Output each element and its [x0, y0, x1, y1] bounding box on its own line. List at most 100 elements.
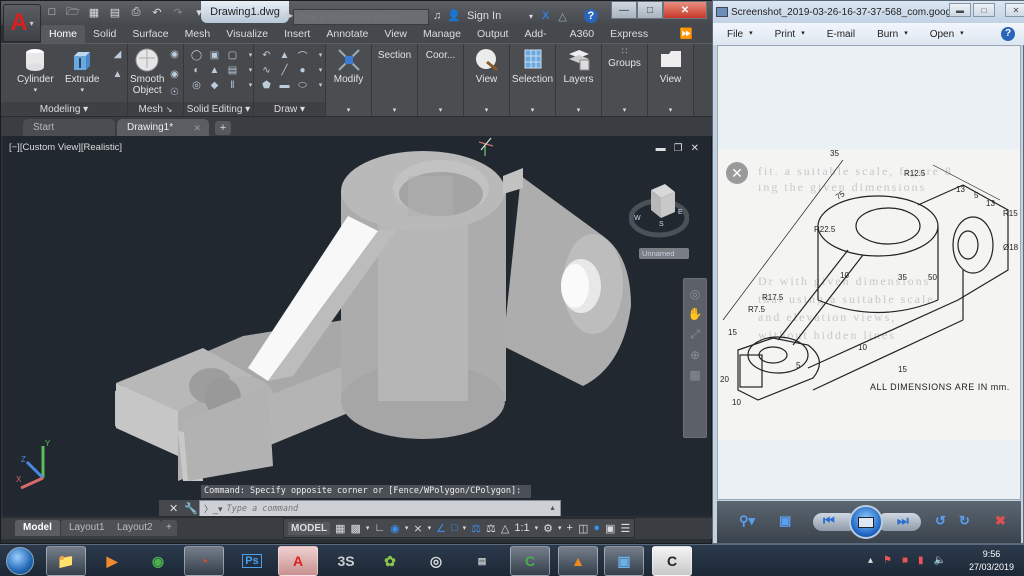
command-history-up-icon[interactable]: ▲ [549, 505, 556, 512]
panel-coordinates[interactable]: Coor... ▾ [418, 44, 464, 117]
slideshow-button[interactable] [849, 505, 883, 539]
ucs-menu[interactable]: Unnamed [639, 248, 689, 259]
taskbar-autocad-icon[interactable]: A [278, 546, 318, 576]
panel-view-2[interactable]: View ▾ [648, 44, 694, 117]
tab-a360[interactable]: A360 [562, 25, 603, 43]
menu-email[interactable]: E-mail [827, 29, 855, 40]
ribbon-overflow-icon[interactable]: ⏩ ▣▾ [671, 25, 713, 58]
taskbar-media-player-icon[interactable]: ▶ [92, 546, 132, 576]
actual-size-icon[interactable]: ▣ [779, 513, 791, 529]
polyline-icon[interactable]: ↶ [260, 49, 273, 61]
tab-mesh[interactable]: Mesh [177, 25, 219, 43]
annotation-scale-icon[interactable]: △ [501, 522, 509, 535]
hatch-icon[interactable]: ▲ [278, 49, 291, 61]
zoom-icon[interactable]: ⚲▾ [739, 513, 755, 529]
taskbar-camtasia-icon[interactable]: C [510, 546, 550, 576]
close-button[interactable]: ✕ [663, 1, 707, 19]
mesh-smooth-less-icon[interactable]: ◉ [168, 68, 181, 80]
taskbar-vlc-icon[interactable]: ▲ [558, 546, 598, 576]
close-command-line-icon[interactable]: ✕ [169, 502, 178, 515]
interfere-icon[interactable]: ▲ [208, 64, 221, 76]
layout-tab-model[interactable]: Model [15, 520, 60, 536]
object-snap-icon[interactable]: □ [451, 522, 458, 534]
polar-tracking-icon[interactable]: ◉ [390, 522, 400, 535]
tab-surface[interactable]: Surface [124, 25, 176, 43]
isolate-objects-icon[interactable]: ◫ [578, 522, 588, 535]
previous-icon[interactable]: ⏮ [823, 513, 835, 529]
union-icon[interactable]: ◯ [190, 49, 203, 61]
taskbar-3ds-max-icon[interactable]: 3S [326, 546, 366, 576]
box-icon[interactable]: ◢ [111, 48, 124, 60]
extrude-button[interactable]: Extrude ▾ [65, 48, 99, 96]
panel-modify[interactable]: Modify ▾ [326, 44, 372, 117]
plus-icon[interactable]: + [567, 522, 573, 534]
close-tab-icon[interactable]: ✕ [193, 119, 201, 137]
minimize-button[interactable]: — [611, 1, 637, 19]
circle-icon[interactable]: ● [296, 64, 309, 76]
taskbar-camtasia-recorder-icon[interactable]: C [652, 546, 692, 576]
tab-manage[interactable]: Manage [415, 25, 469, 43]
tray-app-icon[interactable]: ■ [902, 555, 908, 566]
viewer-maximize-button[interactable]: □ [973, 3, 995, 17]
tab-express-tools[interactable]: Express Tools [602, 25, 671, 58]
grid-icon[interactable]: ▦ [335, 522, 345, 535]
volume-icon[interactable]: 🔈 [934, 555, 946, 566]
taskbar-winrar-icon[interactable]: ▤ [462, 546, 502, 576]
delete-icon[interactable]: ✖ [995, 513, 1006, 529]
fillet-edges-icon[interactable]: ‖ [226, 79, 239, 91]
slice-icon[interactable]: ◆ [208, 79, 221, 91]
panel-modeling-title[interactable]: Modeling ▾ [1, 102, 127, 117]
layout-tab-layout2[interactable]: Layout2 [109, 520, 161, 536]
model-space-toggle[interactable]: MODEL [288, 521, 331, 535]
viewer-help-icon[interactable]: ? [1001, 27, 1015, 41]
rotate-clockwise-icon[interactable]: ↻ [959, 513, 970, 529]
ortho-icon[interactable]: ∟ [374, 522, 385, 534]
mesh-refine-icon[interactable]: ☉ [168, 86, 181, 98]
tab-insert[interactable]: Insert [276, 25, 318, 43]
panel-groups[interactable]: ∷ Groups ▾ [602, 44, 648, 117]
annotation-visibility-icon[interactable]: ⚖ [471, 522, 481, 535]
separate-icon[interactable]: ▢ [226, 49, 239, 61]
tab-solid[interactable]: Solid [85, 25, 124, 43]
taskbar-camera-app-icon[interactable]: ◎ [416, 546, 456, 576]
panel-layers[interactable]: Layers ▾ [556, 44, 602, 117]
search-input[interactable] [293, 9, 429, 25]
taskbar-coreldraw-icon[interactable]: ✿ [370, 546, 410, 576]
annotation-scale[interactable]: 1:1 [514, 522, 529, 534]
orbit-icon[interactable]: ⊕ [690, 348, 700, 362]
ellipse-icon[interactable]: ⬭ [296, 79, 309, 91]
new-tab-button[interactable]: + [215, 121, 231, 135]
rectangle-icon[interactable]: ▬ [278, 79, 291, 91]
add-layout-button[interactable]: + [161, 520, 177, 536]
cylinder-button[interactable]: Cylinder ▾ [17, 48, 54, 96]
tab-view[interactable]: View [376, 25, 415, 43]
new-icon[interactable]: □ [45, 5, 59, 19]
dropdown-icon[interactable]: ▾ [366, 524, 370, 532]
extrude-faces-icon[interactable]: ▤ [226, 64, 239, 76]
panel-solid-editing-title[interactable]: Solid Editing ▾ [184, 102, 253, 117]
open-icon[interactable]: 🗁 [66, 5, 80, 19]
binoculars-icon[interactable]: ♫ [433, 10, 441, 22]
taskbar-photoshop-icon[interactable]: Ps [232, 546, 272, 576]
redo-icon[interactable]: ↷ [171, 5, 185, 19]
viewer-close-button[interactable]: ✕ [1005, 3, 1024, 17]
menu-print[interactable]: Print ▾ [775, 29, 805, 40]
show-hidden-icons[interactable]: ▴ [868, 555, 873, 566]
print-icon[interactable]: ⎙ [129, 5, 143, 19]
tab-visualize[interactable]: Visualize [218, 25, 276, 43]
file-tab-drawing1[interactable]: Drawing1* ✕ [117, 119, 209, 137]
sign-in-button[interactable]: Sign In [467, 10, 501, 22]
taskbar-photo-viewer-icon[interactable]: ▣ [604, 546, 644, 576]
auto-scale-icon[interactable]: ⚖ [486, 522, 496, 535]
dropdown-icon[interactable]: ▾ [535, 524, 539, 532]
panel-view[interactable]: View ▾ [464, 44, 510, 117]
smooth-object-button[interactable]: Smooth Object [130, 48, 164, 96]
file-tab-start[interactable]: Start [23, 119, 115, 137]
system-clock[interactable]: 9:56 27/03/2019 [969, 548, 1014, 574]
help-icon[interactable]: ? [583, 9, 598, 23]
dropdown-icon[interactable]: ▾ [558, 524, 562, 532]
3d-model-rocker-arm[interactable] [3, 136, 711, 516]
autodesk-a360-icon[interactable]: △ [558, 10, 566, 23]
pan-icon[interactable]: ✋ [688, 307, 703, 321]
dropdown-icon[interactable]: ▾ [463, 524, 467, 532]
